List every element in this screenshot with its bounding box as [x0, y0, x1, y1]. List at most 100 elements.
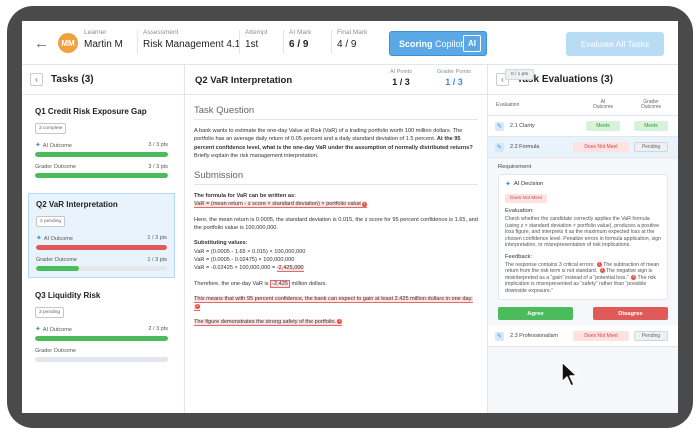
grader-points-label: Grader Points — [437, 69, 471, 75]
submission-conclusion: Therefore, the one-day VaR is -2,425 mil… — [194, 279, 478, 288]
question-text-b: Briefly explain the risk management inte… — [194, 152, 319, 159]
tasks-panel-header: ‹ Tasks (3) — [22, 65, 184, 95]
ai-progress-bar — [35, 152, 168, 157]
ai-mark-field: AI Mark 6 / 9 — [289, 29, 311, 50]
col-evaluation: Evaluation — [496, 102, 520, 108]
highlight-error[interactable]: This means that with 95 percent confiden… — [194, 295, 473, 312]
highlight-error[interactable]: -2,425 — [270, 279, 290, 288]
ai-sparkle-icon: ✦ — [35, 326, 41, 333]
highlight-error[interactable]: VaR = (mean return - z score × standard … — [194, 201, 368, 209]
error-marker: 2 — [599, 268, 605, 274]
task-card-q1[interactable]: Q1 Credit Risk Exposure Gap 3 complete ✦… — [28, 101, 175, 184]
pencil-icon: ✎ — [495, 142, 504, 152]
ai-sparkle-icon: ✦ — [36, 235, 42, 242]
question-text-a: A bank wants to estimate the one-day Val… — [194, 128, 463, 143]
submission-substitution: Substituting values: VaR = (0.0005 - 1.6… — [194, 239, 478, 273]
copilot-label-bold: Scoring — [399, 38, 433, 49]
ai-points: 3 / 3 pts — [148, 142, 168, 148]
substitution-heading: Substituting values: — [194, 240, 248, 247]
grader-outcome-label: Grader Outcome — [36, 257, 77, 263]
grader-points: 3 / 3 pts — [148, 164, 168, 170]
ai-progress-bar — [36, 245, 167, 250]
scoring-copilot-button[interactable]: Scoring Copilot AI — [389, 31, 487, 56]
evaluation-name: 2.2 Formula — [510, 144, 540, 150]
app-screen: ← MM Learner Martin M Assessment Risk Ma… — [22, 21, 678, 413]
progress-fill — [35, 173, 168, 178]
safety-text: The figure demonstrates the strong safet… — [194, 319, 337, 326]
ai-outcome-label: AI Outcome — [42, 327, 72, 333]
feedback-intro: The response contains 3 critical errors: — [505, 261, 595, 268]
header-divider — [283, 30, 284, 54]
highlight-error[interactable]: -2,425,000 — [276, 265, 304, 273]
grader-outcome-row: Grader Outcome — [35, 348, 168, 354]
grader-outcome-badge[interactable]: Pending — [634, 142, 668, 152]
formula-text: VaR = (mean return - z score × standard … — [194, 201, 362, 208]
task-card-q3[interactable]: Q3 Liquidity Risk 3 pending ✦ AI Outcome … — [28, 285, 175, 368]
col-grader-outcome-label: Outcome — [640, 104, 662, 110]
ai-outcome-badge: Does Not Meet — [573, 142, 629, 152]
ai-outcome-label: AI Outcome — [42, 143, 72, 149]
grader-progress-bar — [35, 357, 168, 362]
submission-heading: Submission — [194, 170, 244, 182]
grader-outcome-row: Grader Outcome 3 / 3 pts — [35, 164, 168, 170]
divider — [194, 184, 478, 186]
submission-paragraph: Here, the mean return is 0.0005, the sta… — [194, 216, 478, 232]
decision-badge: Does Not Meet — [505, 194, 547, 203]
evaluate-all-tasks-button[interactable]: Evaluate All Tasks — [566, 32, 664, 56]
grader-points-block: Grader Points 1 / 3 — [437, 69, 471, 87]
grader-points-value: 1 / 3 — [445, 77, 463, 87]
ai-points: 2 / 3 pts — [148, 326, 168, 332]
learner-name: Martin M — [84, 39, 123, 50]
tasks-title: Tasks (3) — [51, 74, 94, 85]
progress-fill — [35, 152, 168, 157]
ai-outcome-label: AI Outcome — [43, 236, 73, 242]
ai-decision-card: ✦ AI Decision Does Not Meet 0 / 1 pts Ev… — [498, 69, 668, 300]
disagree-button[interactable]: Disagree — [593, 307, 668, 320]
grader-outcome-badge[interactable]: Pending — [634, 331, 668, 341]
ai-points: 1 / 3 pts — [147, 235, 167, 241]
evaluations-panel: ‹ Task Evaluations (3) Evaluation AI Outc… — [488, 65, 678, 413]
highlight-error[interactable]: The figure demonstrates the strong safet… — [194, 319, 343, 327]
ai-outcome-badge: Meets — [586, 121, 620, 131]
formula-heading: The formula for VaR can be written as: — [194, 193, 296, 200]
learner-field: Learner Martin M — [84, 29, 123, 50]
ai-outcome-row: ✦ AI Outcome 2 / 3 pts — [35, 325, 168, 333]
submission-safety: The figure demonstrates the strong safet… — [194, 318, 478, 327]
final-mark-value: 4 / 9 — [337, 39, 357, 50]
col-grader-outcome: Grader Outcome — [631, 99, 671, 111]
ai-mark-label: AI Mark — [289, 29, 312, 36]
collapse-chevron-left-icon[interactable]: ‹ — [30, 73, 43, 86]
requirement-detail: Requirement ✦ AI Decision Does Not Meet … — [492, 69, 674, 326]
submission-formula: The formula for VaR can be written as: V… — [194, 192, 478, 209]
grader-outcome-row: Grader Outcome 1 / 3 pts — [36, 257, 167, 263]
ai-points-label: AI Points — [390, 69, 413, 75]
grader-outcome-label: Grader Outcome — [35, 164, 76, 170]
ai-sparkle-icon: AI — [463, 35, 481, 52]
question-panel: Q2 VaR Interpretation AI Points 1 / 3 Gr… — [185, 65, 488, 413]
ai-points-value: 1 / 3 — [392, 77, 410, 87]
grader-outcome-badge[interactable]: Meets — [634, 121, 668, 131]
feedback-label: Feedback: — [505, 253, 533, 260]
progress-fill — [35, 336, 168, 341]
top-header: ← MM Learner Martin M Assessment Risk Ma… — [22, 21, 678, 65]
grader-points: 1 / 3 pts — [147, 257, 167, 263]
error-marker: 1 — [596, 261, 602, 267]
evaluation-row[interactable]: ✎ 2.3 Professionalism Does Not Meet Pend… — [488, 326, 678, 347]
attempt-label: Attempt — [245, 29, 268, 36]
error-marker: 2 — [195, 304, 200, 310]
evaluation-row[interactable]: ✎ 2.1 Clarity Meets Meets — [488, 116, 678, 137]
conclusion-pre: Therefore, the one-day VaR is — [194, 280, 269, 287]
back-arrow-icon[interactable]: ← — [34, 35, 49, 52]
ai-outcome-badge: Does Not Meet — [573, 331, 629, 341]
agree-button[interactable]: Agree — [498, 307, 573, 320]
grader-progress-bar — [36, 266, 167, 271]
evaluation-label: Evaluation: — [505, 208, 534, 214]
task-title: Q3 Liquidity Risk — [35, 291, 101, 300]
task-card-q2[interactable]: Q2 VaR Interpretation 2 pending ✦ AI Outc… — [28, 193, 175, 278]
pencil-icon: ✎ — [495, 121, 504, 131]
attempt-value: 1st — [245, 39, 259, 50]
ai-sparkle-icon: ✦ — [505, 181, 511, 188]
divider — [194, 119, 478, 120]
evaluation-row-expanded[interactable]: ✎ 2.2 Formula Does Not Meet Pending — [488, 137, 678, 158]
ai-points-block: AI Points 1 / 3 — [390, 69, 412, 87]
